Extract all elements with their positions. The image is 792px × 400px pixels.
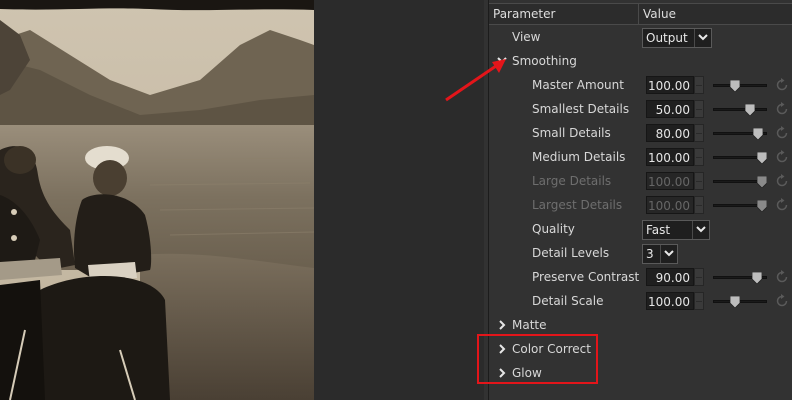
master-amount-spinner[interactable] xyxy=(694,76,704,94)
chevron-down-icon[interactable] xyxy=(692,221,709,239)
param-row-large-details: Large Details 100.00 xyxy=(489,169,792,193)
reset-icon[interactable] xyxy=(775,126,789,140)
medium-details-slider[interactable] xyxy=(713,152,768,164)
small-details-value-field[interactable]: 80.00 xyxy=(646,124,694,142)
reset-icon[interactable] xyxy=(775,150,789,164)
param-label-detail-levels: Detail Levels xyxy=(532,246,610,260)
column-header-parameter[interactable]: Parameter xyxy=(493,4,555,24)
detail-levels-dropdown[interactable]: 3 xyxy=(642,244,678,264)
detail-scale-spinner[interactable] xyxy=(694,292,704,310)
chevron-down-icon[interactable] xyxy=(660,245,677,263)
slider-thumb[interactable] xyxy=(745,104,756,116)
param-row-medium-details: Medium Details 100.00 xyxy=(489,145,792,169)
param-row-smallest-details: Smallest Details 50.00 xyxy=(489,97,792,121)
master-amount-value-field[interactable]: 100.00 xyxy=(646,76,694,94)
smallest-details-spinner[interactable] xyxy=(694,100,704,118)
large-details-spinner[interactable] xyxy=(694,172,704,190)
slider-thumb[interactable] xyxy=(757,152,768,164)
reset-icon[interactable] xyxy=(775,102,789,116)
param-row-view: View Output xyxy=(489,25,792,49)
largest-details-slider[interactable] xyxy=(713,200,768,212)
small-details-spinner[interactable] xyxy=(694,124,704,142)
quality-dropdown[interactable]: Fast xyxy=(642,220,710,240)
image-viewer[interactable] xyxy=(0,0,314,400)
param-label-view: View xyxy=(512,30,541,44)
preserve-contrast-spinner[interactable] xyxy=(694,268,704,286)
view-dropdown[interactable]: Output xyxy=(642,28,712,48)
small-details-slider[interactable] xyxy=(713,128,767,140)
annotation-highlight-box xyxy=(477,334,598,384)
param-label-preserve-contrast: Preserve Contrast xyxy=(532,270,640,284)
param-label-small-details: Small Details xyxy=(532,126,611,140)
param-label-quality: Quality xyxy=(532,222,575,236)
param-row-detail-scale: Detail Scale 100.00 xyxy=(489,289,792,313)
annotation-arrow-icon xyxy=(445,59,506,102)
chevron-down-icon[interactable] xyxy=(694,29,711,47)
medium-details-spinner[interactable] xyxy=(694,148,704,166)
column-header-value[interactable]: Value xyxy=(638,4,792,24)
slider-thumb[interactable] xyxy=(757,200,768,212)
large-details-value-field[interactable]: 100.00 xyxy=(646,172,694,190)
param-label-master-amount: Master Amount xyxy=(532,78,624,92)
view-dropdown-value: Output xyxy=(646,31,688,45)
reset-icon[interactable] xyxy=(775,270,789,284)
slider-thumb[interactable] xyxy=(729,80,740,92)
param-row-preserve-contrast: Preserve Contrast 90.00 xyxy=(489,265,792,289)
slider-thumb[interactable] xyxy=(729,296,740,308)
reset-icon[interactable] xyxy=(775,174,789,188)
sepia-photo xyxy=(0,0,314,400)
group-smoothing[interactable]: Smoothing xyxy=(489,49,792,73)
slider-thumb[interactable] xyxy=(753,128,764,140)
preserve-contrast-value-field[interactable]: 90.00 xyxy=(646,268,694,286)
param-row-quality: Quality Fast xyxy=(489,217,792,241)
slider-thumb[interactable] xyxy=(751,272,762,284)
smallest-details-slider[interactable] xyxy=(713,104,767,116)
param-row-master-amount: Master Amount 100.00 xyxy=(489,73,792,97)
reset-icon[interactable] xyxy=(775,78,789,92)
reset-icon[interactable] xyxy=(775,198,789,212)
group-label-smoothing: Smoothing xyxy=(512,54,577,68)
preserve-contrast-slider[interactable] xyxy=(713,272,767,284)
reset-icon[interactable] xyxy=(775,294,789,308)
largest-details-spinner[interactable] xyxy=(694,196,704,214)
detail-levels-value: 3 xyxy=(646,247,654,261)
param-label-detail-scale: Detail Scale xyxy=(532,294,604,308)
param-label-smallest-details: Smallest Details xyxy=(532,102,630,116)
param-row-largest-details: Largest Details 100.00 xyxy=(489,193,792,217)
param-label-medium-details: Medium Details xyxy=(532,150,626,164)
large-details-slider[interactable] xyxy=(713,176,768,188)
detail-scale-value-field[interactable]: 100.00 xyxy=(646,292,694,310)
param-label-large-details: Large Details xyxy=(532,174,612,188)
slider-thumb[interactable] xyxy=(757,176,768,188)
param-row-detail-levels: Detail Levels 3 xyxy=(489,241,792,265)
param-label-largest-details: Largest Details xyxy=(532,198,623,212)
master-amount-slider[interactable] xyxy=(713,80,767,92)
quality-dropdown-value: Fast xyxy=(646,223,671,237)
medium-details-value-field[interactable]: 100.00 xyxy=(646,148,694,166)
parameter-table-header: Parameter Value xyxy=(489,3,792,25)
detail-scale-slider[interactable] xyxy=(713,296,767,308)
param-row-small-details: Small Details 80.00 xyxy=(489,121,792,145)
smallest-details-value-field[interactable]: 50.00 xyxy=(646,100,694,118)
largest-details-value-field[interactable]: 100.00 xyxy=(646,196,694,214)
